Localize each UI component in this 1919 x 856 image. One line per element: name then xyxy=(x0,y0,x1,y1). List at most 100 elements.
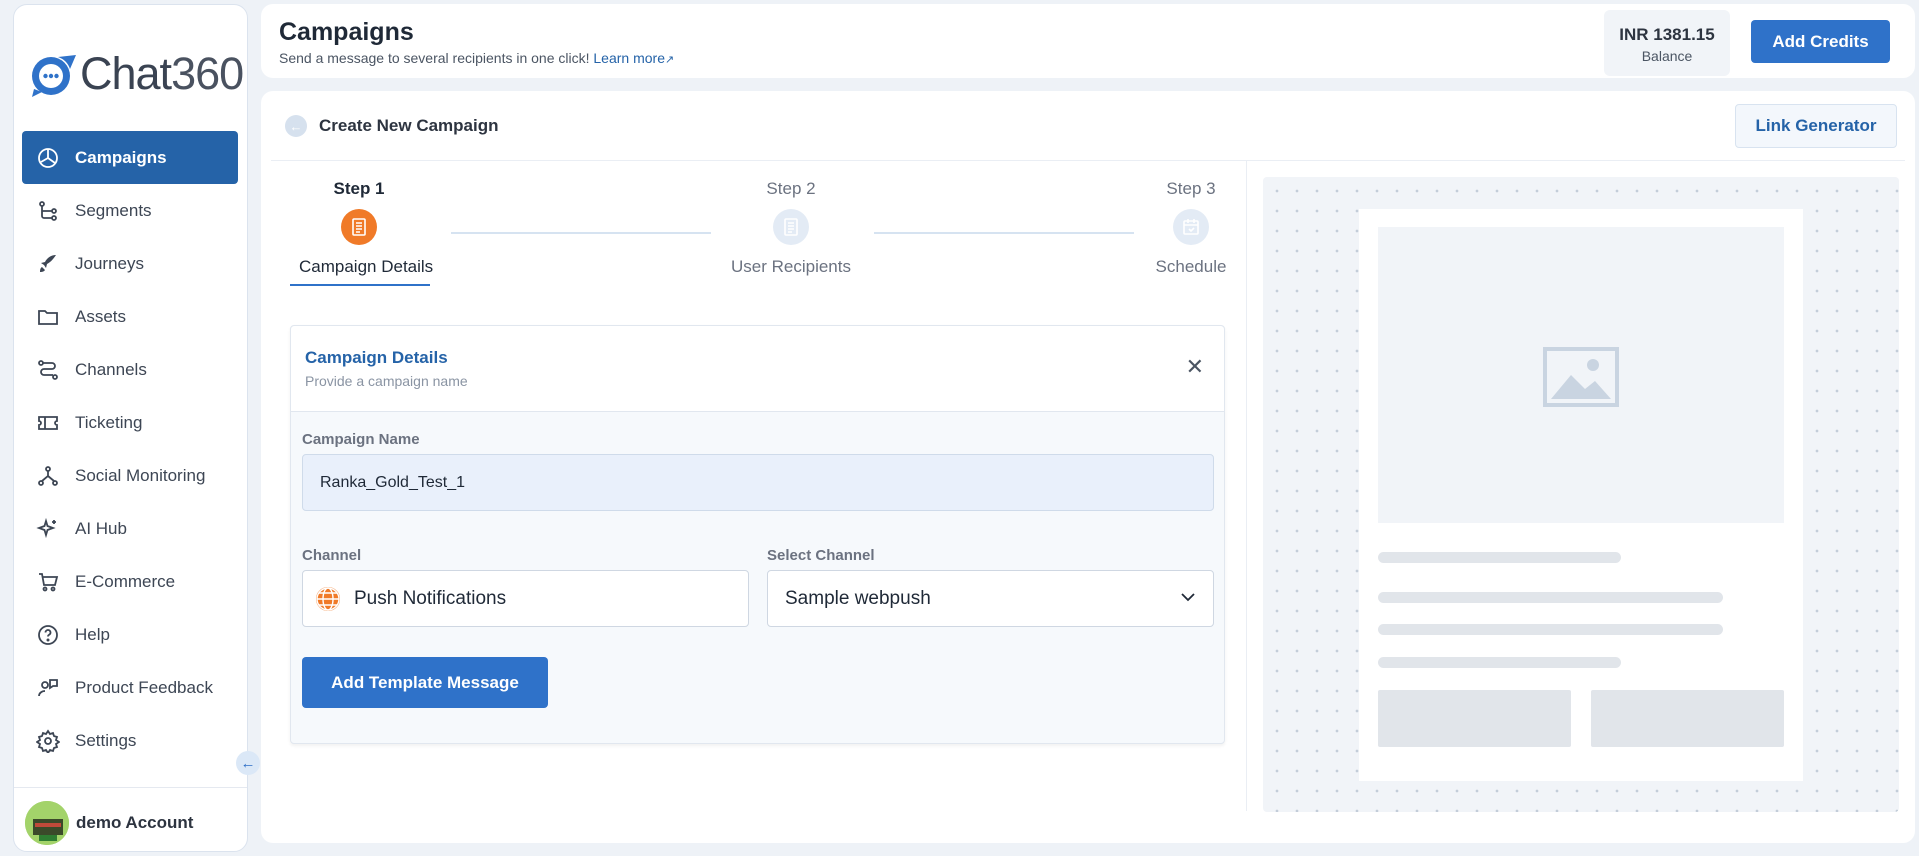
card-header: Campaign Details Provide a campaign name… xyxy=(291,326,1224,412)
sidebar-nav: Campaigns Segments Journeys Assets Chann… xyxy=(22,131,238,767)
close-icon[interactable]: ✕ xyxy=(1186,354,1204,380)
sidebar-item-label: Settings xyxy=(75,730,137,750)
main-panel: ← Create New Campaign Link Generator Ste… xyxy=(261,91,1915,843)
step-name: Campaign Details xyxy=(299,257,434,276)
main-divider xyxy=(271,160,1905,161)
select-channel-dropdown[interactable]: Sample webpush xyxy=(767,570,1214,627)
arrow-left-icon: ← xyxy=(240,754,256,772)
step-2[interactable]: Step 2 User Recipients xyxy=(721,179,861,277)
avatar xyxy=(25,801,69,845)
select-channel-label: Select Channel xyxy=(767,547,875,564)
sidebar-item-label: Social Monitoring xyxy=(75,465,206,485)
preview-card xyxy=(1359,209,1803,781)
add-template-message-button[interactable]: Add Template Message xyxy=(302,657,548,708)
step-name: Schedule xyxy=(1155,257,1227,276)
message-preview xyxy=(1263,177,1899,812)
campaign-name-label: Campaign Name xyxy=(302,431,420,448)
step-connector xyxy=(874,232,1134,234)
sidebar-item-label: Channels xyxy=(75,359,147,379)
sidebar-item-label: Journeys xyxy=(75,253,144,273)
back-button[interactable]: ← xyxy=(285,115,307,137)
gear-icon xyxy=(35,728,61,754)
sidebar-item-segments[interactable]: Segments xyxy=(22,184,238,237)
sidebar-item-settings[interactable]: Settings xyxy=(22,714,238,767)
sparkle-icon xyxy=(35,516,61,542)
sidebar-item-label: Campaigns xyxy=(75,147,167,167)
sidebar-item-help[interactable]: Help xyxy=(22,608,238,661)
calendar-icon xyxy=(1173,209,1209,245)
skeleton-line xyxy=(1378,624,1723,635)
sidebar-item-e-commerce[interactable]: E-Commerce xyxy=(22,555,238,608)
step-number: Step 1 xyxy=(333,179,385,198)
create-campaign-title: Create New Campaign xyxy=(319,116,499,135)
add-credits-button[interactable]: Add Credits xyxy=(1751,20,1890,63)
card-subtitle: Provide a campaign name xyxy=(305,373,468,389)
step-1[interactable]: Step 1 Campaign Details xyxy=(299,179,434,277)
sidebar: Chat360 Campaigns Segments Journeys Asse… xyxy=(13,4,260,852)
campaign-details-card: Campaign Details Provide a campaign name… xyxy=(290,325,1225,744)
skeleton-line xyxy=(1378,552,1621,563)
sidebar-item-product-feedback[interactable]: Product Feedback xyxy=(22,661,238,714)
vertical-divider xyxy=(1246,161,1247,811)
globe-icon xyxy=(316,586,340,611)
channel-value: Push Notifications xyxy=(354,587,507,609)
skeleton-button xyxy=(1378,690,1571,747)
arrow-left-icon: ← xyxy=(289,118,303,134)
balance-box: INR 1381.15 Balance xyxy=(1604,10,1730,76)
learn-more-label: Learn more xyxy=(593,50,665,66)
rocket-icon xyxy=(35,251,61,277)
segments-icon xyxy=(35,198,61,224)
sidebar-item-label: Help xyxy=(75,624,110,644)
sidebar-item-label: Segments xyxy=(75,200,152,220)
sidebar-item-ticketing[interactable]: Ticketing xyxy=(22,396,238,449)
sidebar-item-journeys[interactable]: Journeys xyxy=(22,237,238,290)
step-name: User Recipients xyxy=(731,257,851,276)
page-header: Campaigns Send a message to several reci… xyxy=(261,4,1915,78)
cart-icon xyxy=(35,569,61,595)
skeleton-line xyxy=(1378,657,1621,668)
select-channel-value: Sample webpush xyxy=(785,587,931,609)
sidebar-item-assets[interactable]: Assets xyxy=(22,290,238,343)
collapse-sidebar-button[interactable]: ← xyxy=(236,751,260,775)
channel-field[interactable]: Push Notifications xyxy=(302,570,749,627)
sidebar-item-ai-hub[interactable]: AI Hub xyxy=(22,502,238,555)
pie-chart-icon xyxy=(35,145,61,171)
step-3[interactable]: Step 3 Schedule xyxy=(1141,179,1241,277)
step-connector xyxy=(451,232,711,234)
account-name: demo Account xyxy=(76,813,194,832)
channels-icon xyxy=(35,357,61,383)
logo-number: 360 xyxy=(171,48,244,99)
channel-label: Channel xyxy=(302,547,362,564)
feedback-icon xyxy=(35,675,61,701)
step-number: Step 2 xyxy=(766,179,816,198)
active-step-underline xyxy=(290,284,430,286)
network-icon xyxy=(35,463,61,489)
balance-value: INR 1381.15 xyxy=(1619,25,1715,44)
external-link-icon: ↗ xyxy=(664,54,675,66)
sidebar-item-label: Assets xyxy=(75,306,127,326)
page-subtitle: Send a message to several recipients in … xyxy=(279,50,674,66)
image-placeholder xyxy=(1378,227,1784,523)
page-title: Campaigns xyxy=(279,18,414,46)
sidebar-item-social-monitoring[interactable]: Social Monitoring xyxy=(22,449,238,502)
sidebar-item-channels[interactable]: Channels xyxy=(22,343,238,396)
document-icon xyxy=(341,209,377,245)
chat-bubble-logo-icon xyxy=(28,49,78,99)
chevron-down-icon xyxy=(1181,593,1195,602)
sidebar-item-label: Product Feedback xyxy=(75,677,213,697)
link-generator-button[interactable]: Link Generator xyxy=(1735,104,1897,148)
sidebar-item-label: AI Hub xyxy=(75,518,127,538)
account-menu[interactable]: demo Account xyxy=(25,801,193,845)
card-title: Campaign Details xyxy=(305,348,448,367)
image-icon xyxy=(1543,347,1619,407)
document-icon xyxy=(773,209,809,245)
sidebar-item-label: E-Commerce xyxy=(75,571,176,591)
balance-label: Balance xyxy=(1641,48,1693,64)
campaign-name-input[interactable] xyxy=(302,454,1214,511)
chat360-logo[interactable]: Chat360 xyxy=(28,48,244,99)
sidebar-item-campaigns[interactable]: Campaigns xyxy=(22,131,238,184)
sidebar-item-label: Ticketing xyxy=(75,412,143,432)
skeleton-line xyxy=(1378,592,1723,603)
ticket-icon xyxy=(35,410,61,436)
learn-more-link[interactable]: Learn more↗ xyxy=(593,50,674,66)
